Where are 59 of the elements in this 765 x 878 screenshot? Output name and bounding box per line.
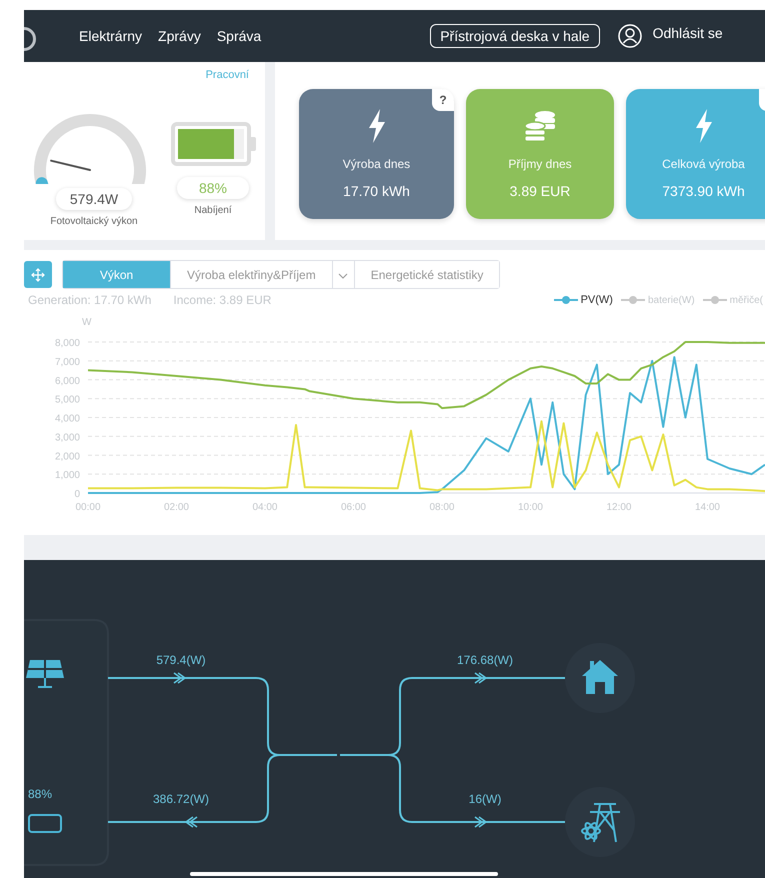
tick-label: 04:00	[252, 502, 278, 513]
tick-label: 6,000	[54, 376, 80, 387]
logout-link[interactable]: Odhlásit se	[652, 25, 723, 41]
tick-label: 12:00	[606, 502, 632, 513]
charge-label: Nabíjení	[194, 205, 232, 216]
tick-label: 1,000	[54, 470, 80, 482]
tick-label: 10:00	[518, 502, 543, 513]
legend-label: PV(W)	[580, 294, 613, 306]
tick-label: 14:00	[694, 502, 720, 513]
battery-percent: 88%	[28, 787, 52, 801]
stat-label: Příjmy dnes	[508, 157, 572, 171]
flow-value: 386.72(W)	[152, 792, 210, 806]
tick-label: 0	[74, 489, 80, 500]
legend-item[interactable]: PV(W)	[554, 294, 613, 306]
power-label: Fotovoltaický výkon	[50, 216, 138, 227]
stat-label: Celková výroba	[662, 157, 745, 171]
stat-value: 3.89 EUR	[510, 183, 570, 199]
chevron-down-icon	[338, 273, 348, 279]
flow-value: 176.68(W)	[456, 653, 514, 667]
tick-label: 4,000	[54, 414, 80, 424]
tick-label: 7,000	[54, 356, 80, 368]
tick-label: 5,000	[54, 394, 80, 406]
nav-link[interactable]: Zprávy	[158, 28, 201, 44]
move-icon	[31, 268, 45, 282]
battery-icon	[170, 122, 256, 166]
flow-value: 16(W)	[468, 792, 502, 806]
tick-label: 00:00	[75, 502, 101, 513]
status-label: Pracovní	[206, 69, 249, 81]
user-icon[interactable]	[618, 24, 642, 48]
summary-text: Income: 3.89 EUR	[173, 293, 272, 307]
stat-value: 17.70 kWh	[343, 183, 410, 199]
tick-label: 06:00	[340, 502, 366, 513]
legend-label: měřiče(	[730, 294, 763, 306]
charge-value: 88%	[176, 177, 250, 199]
tick-label: 2,000	[54, 451, 80, 462]
tick-label: 3,000	[54, 432, 80, 444]
dashboard-button[interactable]: Přístrojová deska v hale	[430, 24, 600, 48]
legend-label: baterie(W)	[648, 294, 695, 306]
coins-icon	[523, 109, 557, 143]
stat-label: Výroba dnes	[342, 157, 410, 171]
summary-text: Generation: 17.70 kWh	[28, 293, 152, 307]
lightning-icon	[366, 109, 386, 143]
nav-link[interactable]: Elektrárny	[79, 28, 142, 44]
nav-link[interactable]: Správa	[216, 28, 262, 44]
power-tower-icon	[581, 803, 621, 843]
tick-label: 08:00	[429, 502, 454, 513]
tick-label: 8,000	[54, 338, 80, 349]
lightning-icon	[694, 109, 714, 143]
flow-value: 579.4(W)	[156, 653, 206, 667]
axis-label: W	[82, 317, 92, 328]
stat-value: 7373.90 kWh	[662, 183, 745, 199]
help-badge[interactable]: ?	[432, 89, 454, 111]
battery-icon	[28, 814, 62, 833]
move-button[interactable]	[24, 261, 52, 288]
house-icon	[582, 660, 618, 694]
solar-panel-icon	[26, 659, 64, 688]
node-circle	[565, 787, 635, 857]
tick-label: 02:00	[164, 502, 189, 513]
power-value: 579.4W	[56, 188, 132, 210]
